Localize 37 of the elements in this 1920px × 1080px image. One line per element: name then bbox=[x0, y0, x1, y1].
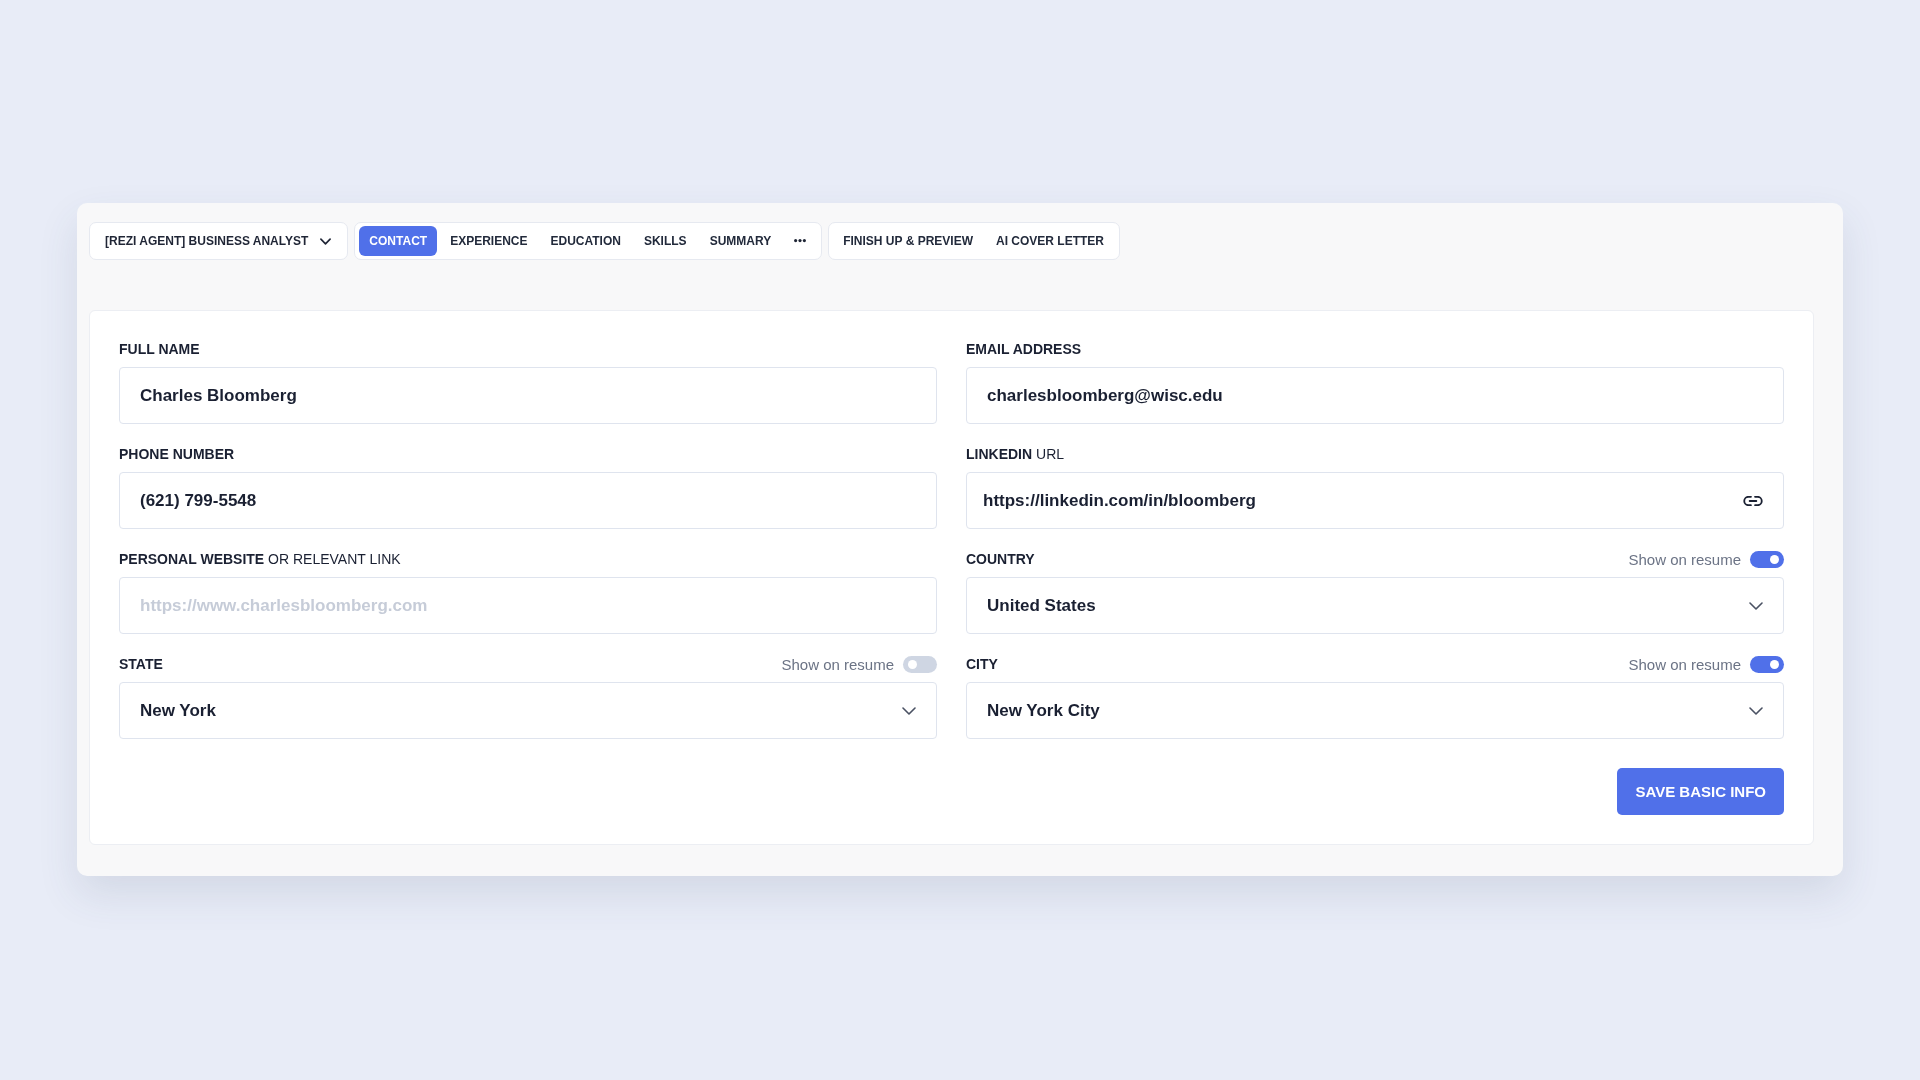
select-field[interactable]: New York City bbox=[966, 682, 1784, 739]
section-tab[interactable]: FINISH UP & PREVIEW bbox=[833, 226, 983, 256]
field-label: PERSONAL WEBSITE OR RELEVANT LINK bbox=[119, 551, 401, 567]
save-button[interactable]: SAVE BASIC INFO bbox=[1617, 768, 1784, 815]
chevron-down-icon bbox=[1749, 601, 1763, 610]
chevron-down-icon bbox=[320, 237, 332, 245]
select-field[interactable]: New York bbox=[119, 682, 937, 739]
input-field[interactable]: https://www.charlesbloomberg.com bbox=[119, 577, 937, 634]
field-label: FULL NAME bbox=[119, 341, 200, 357]
url-field[interactable]: https://linkedin.com/in/bloomberg bbox=[966, 472, 1784, 529]
toggle-switch[interactable] bbox=[903, 655, 937, 673]
toggle-label: Show on resume bbox=[781, 655, 894, 673]
input-field[interactable]: (621) 799-5548 bbox=[119, 472, 937, 529]
section-tab[interactable]: EDUCATION bbox=[540, 226, 631, 256]
toggle-label: Show on resume bbox=[1628, 550, 1741, 568]
toggle-switch[interactable] bbox=[1750, 550, 1784, 568]
field-label: CITY bbox=[966, 656, 998, 672]
more-icon bbox=[794, 239, 807, 243]
field-label: COUNTRY bbox=[966, 551, 1035, 567]
input-field[interactable]: Charles Bloomberg bbox=[119, 367, 937, 424]
input-field[interactable]: charlesbloomberg@wisc.edu bbox=[966, 367, 1784, 424]
section-tab[interactable]: CONTACT bbox=[359, 226, 438, 256]
field-label: LINKEDIN URL bbox=[966, 446, 1065, 462]
section-tab[interactable]: SUMMARY bbox=[699, 226, 782, 256]
select-field[interactable]: United States bbox=[966, 577, 1784, 634]
resume-dropdown[interactable]: [REZI AGENT] BUSINESS ANALYST bbox=[89, 222, 349, 260]
field-label: EMAIL ADDRESS bbox=[966, 341, 1082, 357]
section-tab[interactable]: SKILLS bbox=[633, 226, 697, 256]
section-tab[interactable]: EXPERIENCE bbox=[440, 226, 538, 256]
chevron-down-icon bbox=[1749, 706, 1763, 715]
toggle-label: Show on resume bbox=[1628, 655, 1741, 673]
chevron-down-icon bbox=[902, 706, 916, 715]
section-tab[interactable]: AI COVER LETTER bbox=[986, 226, 1114, 256]
toggle-switch[interactable] bbox=[1750, 655, 1784, 673]
field-label: STATE bbox=[119, 656, 163, 672]
field-label: PHONE NUMBER bbox=[119, 446, 235, 462]
link-icon bbox=[1743, 495, 1763, 506]
